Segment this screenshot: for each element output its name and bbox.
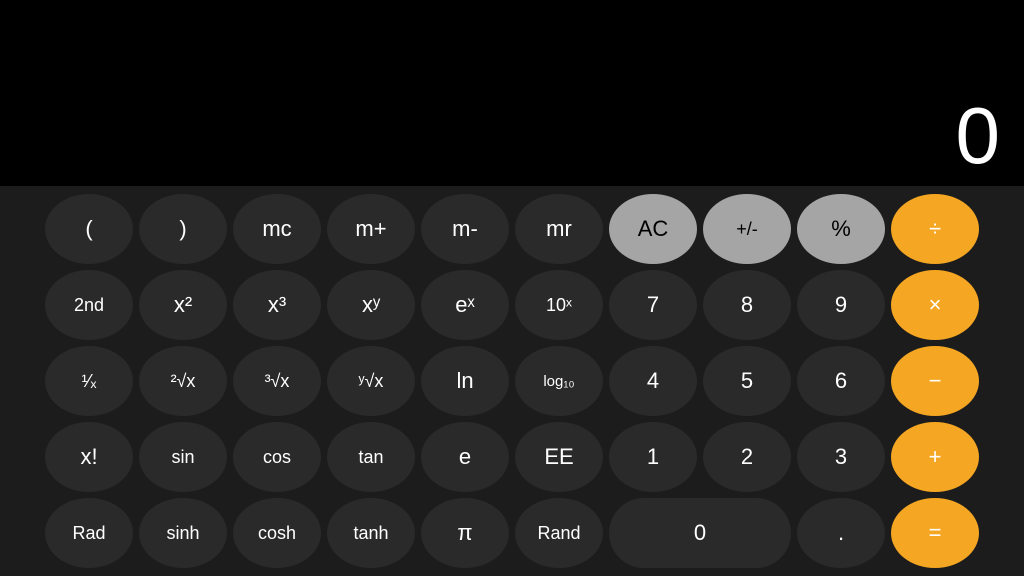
btn-7[interactable]: 7 [609,270,697,340]
btn-sin[interactable]: sin [139,422,227,492]
btn-2[interactable]: 2 [703,422,791,492]
btn-factorial[interactable]: x! [45,422,133,492]
display-value: 0 [956,96,1001,176]
btn-10-x[interactable]: 10ˣ [515,270,603,340]
btn-x-squared[interactable]: x² [139,270,227,340]
btn-m-plus[interactable]: m+ [327,194,415,264]
btn-rand[interactable]: Rand [515,498,603,568]
btn-sqrty[interactable]: ʸ√x [327,346,415,416]
btn-8[interactable]: 8 [703,270,791,340]
btn-open-paren[interactable]: ( [45,194,133,264]
button-row-row5: RadsinhcoshtanhπRand0.= [8,498,1016,568]
btn-0[interactable]: 0 [609,498,791,568]
btn-e[interactable]: e [421,422,509,492]
btn-sinh[interactable]: sinh [139,498,227,568]
button-row-row4: x!sincostaneEE123+ [8,422,1016,492]
btn-2nd[interactable]: 2nd [45,270,133,340]
btn-3[interactable]: 3 [797,422,885,492]
btn-mr[interactable]: mr [515,194,603,264]
btn-cosh[interactable]: cosh [233,498,321,568]
btn-4[interactable]: 4 [609,346,697,416]
btn-subtract[interactable]: − [891,346,979,416]
btn-inv-x[interactable]: ¹⁄ₓ [45,346,133,416]
btn-mc[interactable]: mc [233,194,321,264]
btn-6[interactable]: 6 [797,346,885,416]
calculator-display: 0 [0,0,1024,186]
btn-ac[interactable]: AC [609,194,697,264]
btn-x-y[interactable]: xʸ [327,270,415,340]
btn-ln[interactable]: ln [421,346,509,416]
btn-add[interactable]: + [891,422,979,492]
btn-pi[interactable]: π [421,498,509,568]
btn-rad[interactable]: Rad [45,498,133,568]
button-row-row3: ¹⁄ₓ²√x³√xʸ√xlnlog₁₀456− [8,346,1016,416]
btn-cos[interactable]: cos [233,422,321,492]
btn-percent[interactable]: % [797,194,885,264]
btn-multiply[interactable]: × [891,270,979,340]
btn-close-paren[interactable]: ) [139,194,227,264]
btn-e-x[interactable]: eˣ [421,270,509,340]
btn-5[interactable]: 5 [703,346,791,416]
btn-plus-minus[interactable]: +/- [703,194,791,264]
btn-divide[interactable]: ÷ [891,194,979,264]
button-row-row2: 2ndx²x³xʸeˣ10ˣ789× [8,270,1016,340]
button-row-row1: ()mcm+m-mrAC+/-%÷ [8,194,1016,264]
btn-1[interactable]: 1 [609,422,697,492]
btn-decimal[interactable]: . [797,498,885,568]
btn-x-cubed[interactable]: x³ [233,270,321,340]
btn-log10[interactable]: log₁₀ [515,346,603,416]
btn-ee[interactable]: EE [515,422,603,492]
btn-equals[interactable]: = [891,498,979,568]
calculator-keypad: ()mcm+m-mrAC+/-%÷2ndx²x³xʸeˣ10ˣ789×¹⁄ₓ²√… [0,186,1024,576]
btn-sqrt3[interactable]: ³√x [233,346,321,416]
btn-m-minus[interactable]: m- [421,194,509,264]
btn-9[interactable]: 9 [797,270,885,340]
btn-tanh[interactable]: tanh [327,498,415,568]
btn-tan[interactable]: tan [327,422,415,492]
btn-sqrt2[interactable]: ²√x [139,346,227,416]
